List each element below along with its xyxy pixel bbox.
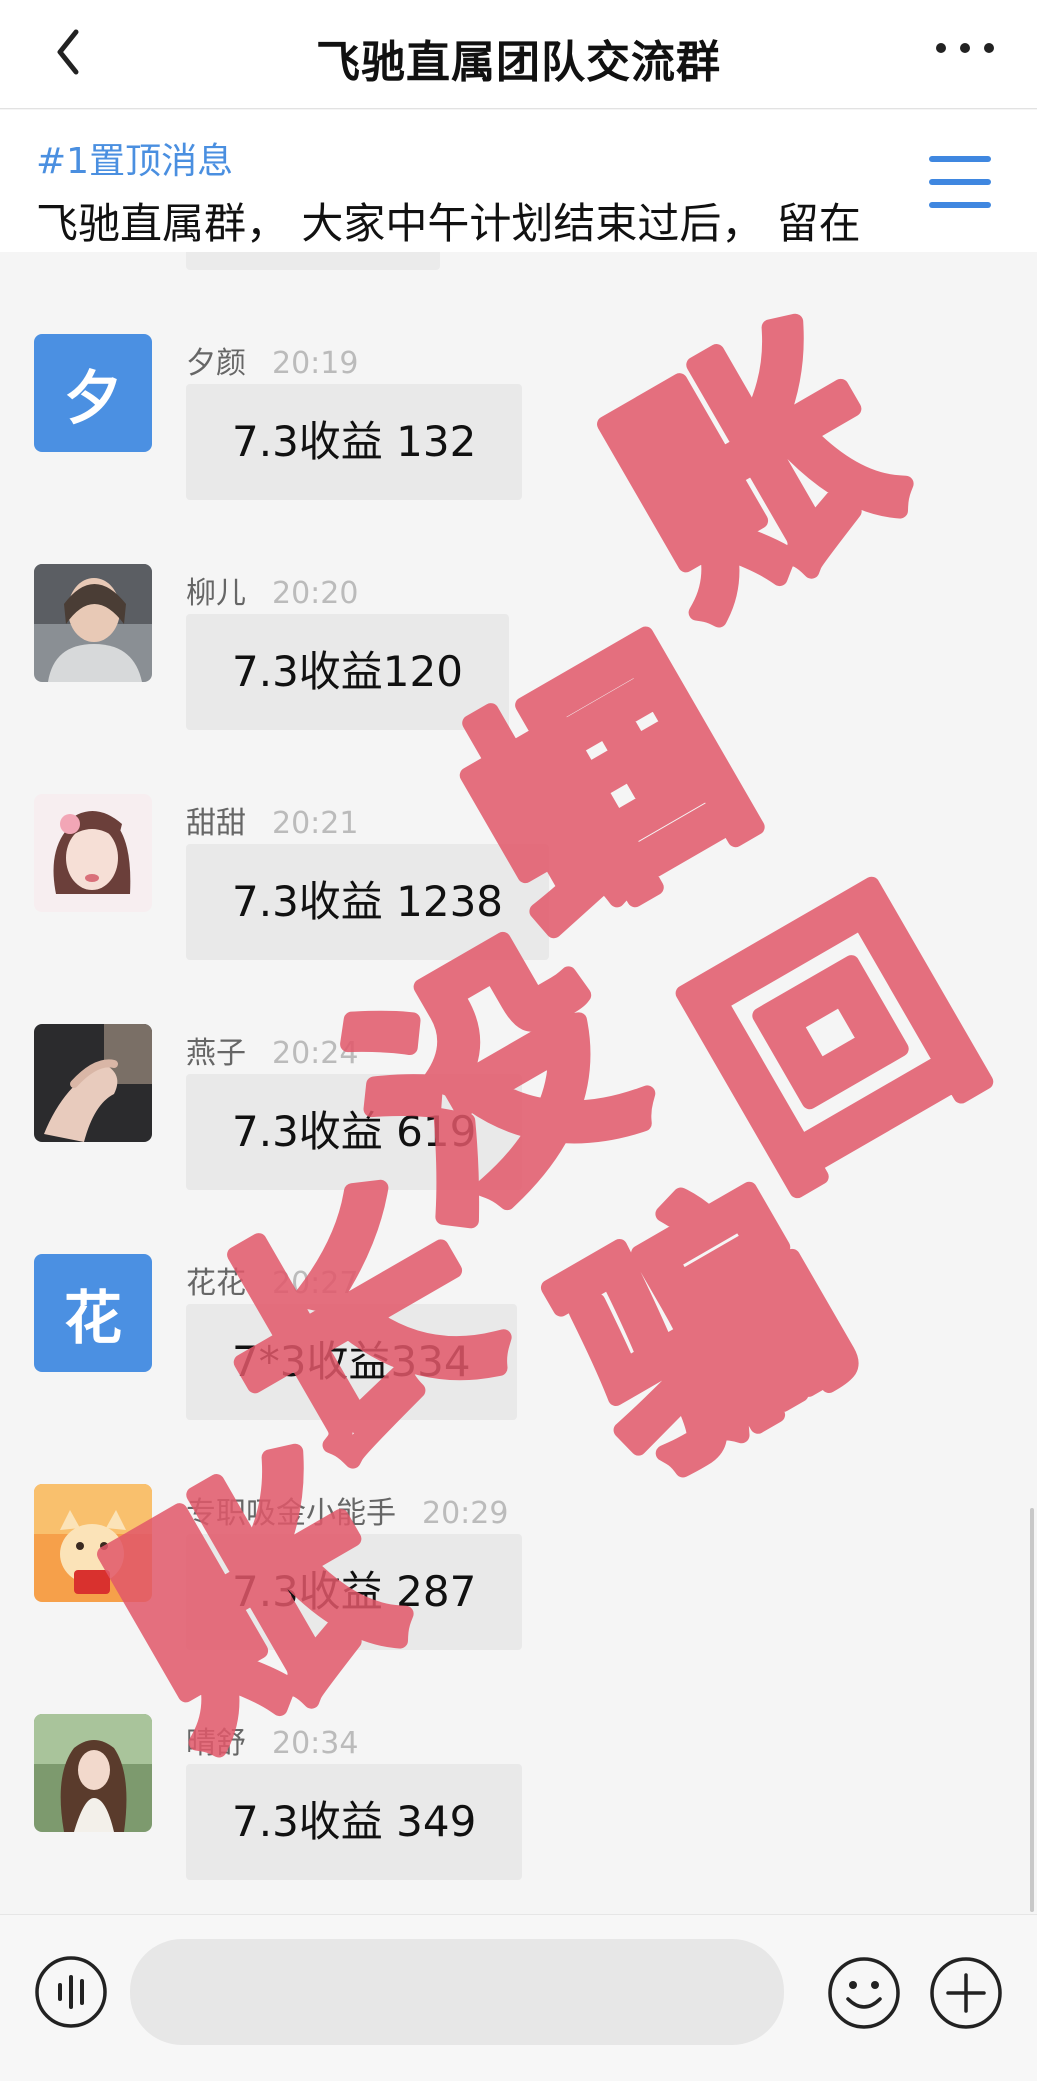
chat-title: 飞驰直属团队交流群 <box>316 37 721 88</box>
message-row: 燕子 20:24 7.3收益 619 <box>0 1024 1037 1244</box>
sender-line: 专职吸金小能手 20:29 <box>186 1488 508 1532</box>
sender-name: 燕子 <box>186 1036 246 1071</box>
message-row: 专职吸金小能手 20:29 7.3收益 287 <box>0 1484 1037 1704</box>
avatar[interactable]: 夕 <box>34 334 152 452</box>
message-row: 花 花花 20:27 7*3收益334 <box>0 1254 1037 1474</box>
smiley-icon[interactable] <box>826 1955 902 2031</box>
sender-line: 花花 20:27 <box>186 1258 358 1302</box>
pinned-text: 飞驰直属群， 大家中午计划结束过后， 留在 <box>36 199 861 248</box>
message-bubble[interactable]: 7.3收益 619 <box>186 1074 523 1190</box>
sender-line: 晴舒 20:34 <box>186 1718 358 1762</box>
plus-icon[interactable] <box>928 1955 1004 2031</box>
avatar[interactable] <box>34 1714 152 1832</box>
header-bar: 飞驰直属团队交流群 <box>0 0 1037 109</box>
message-row: 晴舒 20:34 7.3收益 349 <box>0 1714 1037 1934</box>
sender-line: 甜甜 20:21 <box>186 798 358 842</box>
message-time: 20:24 <box>272 1036 359 1071</box>
sender-line: 夕颜 20:19 <box>186 338 358 382</box>
sender-name: 晴舒 <box>186 1726 246 1761</box>
message-time: 20:27 <box>272 1266 359 1301</box>
more-dots-icon[interactable] <box>933 36 997 60</box>
avatar[interactable] <box>34 1484 152 1602</box>
message-bubble[interactable]: 7.3收益 1238 <box>186 844 550 960</box>
avatar[interactable] <box>34 564 152 682</box>
sender-name: 夕颜 <box>186 346 246 381</box>
message-bubble[interactable]: 7.3收益120 <box>186 614 509 730</box>
scrollbar-thumb[interactable] <box>1030 1508 1034 1912</box>
message-time: 20:19 <box>272 346 359 381</box>
message-time: 20:29 <box>422 1496 509 1531</box>
message-row: 甜甜 20:21 7.3收益 1238 <box>0 794 1037 1014</box>
sender-name: 专职吸金小能手 <box>186 1496 396 1531</box>
message-bubble[interactable]: 7.3收益 132 <box>186 384 523 500</box>
pinned-message-banner[interactable]: #1置顶消息 飞驰直属群， 大家中午计划结束过后， 留在 <box>0 110 1037 252</box>
sender-name: 花花 <box>186 1266 246 1301</box>
sender-line: 燕子 20:24 <box>186 1028 358 1072</box>
previous-message-bubble-edge <box>186 252 440 270</box>
avatar[interactable]: 花 <box>34 1254 152 1372</box>
avatar[interactable] <box>34 794 152 912</box>
message-time: 20:34 <box>272 1726 359 1761</box>
input-bar <box>0 1914 1037 2081</box>
menu-lines-icon[interactable] <box>925 150 995 214</box>
message-row: 夕 夕颜 20:19 7.3收益 132 <box>0 334 1037 554</box>
sender-name: 柳儿 <box>186 576 246 611</box>
message-row: 柳儿 20:20 7.3收益120 <box>0 564 1037 784</box>
pinned-label: #1置顶消息 <box>36 141 234 182</box>
message-time: 20:20 <box>272 576 359 611</box>
message-bubble[interactable]: 7.3收益 349 <box>186 1764 523 1880</box>
voice-wave-icon[interactable] <box>34 1955 108 2029</box>
message-bubble[interactable]: 7*3收益334 <box>186 1304 517 1420</box>
message-input[interactable] <box>130 1939 784 2045</box>
avatar[interactable] <box>34 1024 152 1142</box>
message-time: 20:21 <box>272 806 359 841</box>
sender-line: 柳儿 20:20 <box>186 568 358 612</box>
sender-name: 甜甜 <box>186 806 246 841</box>
message-bubble[interactable]: 7.3收益 287 <box>186 1534 523 1650</box>
